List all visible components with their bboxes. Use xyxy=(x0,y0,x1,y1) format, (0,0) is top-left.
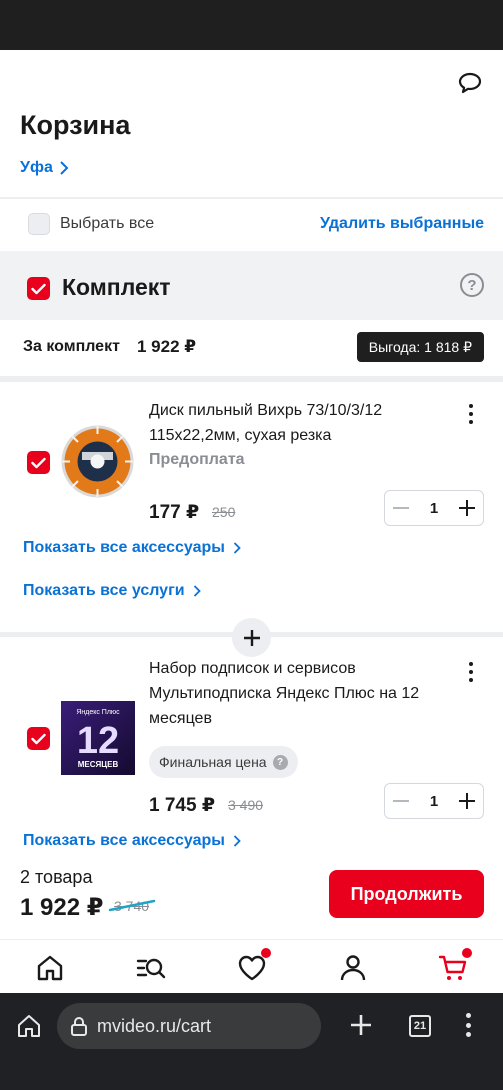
savings-badge: Выгода: 1 818 ₽ xyxy=(356,332,484,362)
profile-icon[interactable] xyxy=(338,953,368,983)
url-text: mvideo.ru/cart xyxy=(97,1015,212,1036)
quantity-stepper: 1 xyxy=(384,490,484,526)
total-price: 1 922 ₽ xyxy=(20,894,104,921)
info-icon: ? xyxy=(272,754,288,770)
item-checkbox[interactable] xyxy=(27,451,50,474)
plus-icon[interactable] xyxy=(459,793,475,809)
saw-disc-image[interactable] xyxy=(60,424,135,499)
kit-total-label: За комплект xyxy=(23,338,120,355)
final-price-label: Финальная цена xyxy=(159,754,267,770)
item-title[interactable]: Набор подписок и сервисов Мультиподписка… xyxy=(149,656,439,731)
notification-dot xyxy=(462,948,472,958)
show-accessories-link[interactable]: Показать все аксессуары xyxy=(23,832,241,850)
yandex-plus-logo-text: Яндекс Плюс xyxy=(76,709,120,716)
kit-title: Комплект xyxy=(62,274,171,300)
item-old-price: 250 xyxy=(212,504,236,520)
kit-header: Комплект ? xyxy=(0,251,503,320)
browser-toolbar: mvideo.ru/cart 21 xyxy=(0,993,503,1090)
strike-decoration xyxy=(108,899,156,912)
final-price-chip[interactable]: Финальная цена ? xyxy=(149,746,298,778)
plus-icon xyxy=(243,629,260,646)
new-tab-icon[interactable] xyxy=(349,1013,373,1037)
city-selector[interactable]: Уфа xyxy=(20,159,69,177)
item-title[interactable]: Диск пильный Вихрь 73/10/3/12 115x22,2мм… xyxy=(149,398,439,448)
kit-total-value: 1 922 ₽ xyxy=(137,337,197,356)
kit-checkbox[interactable] xyxy=(27,277,50,300)
item-price: 1 745 ₽ xyxy=(149,795,216,816)
item-price: 177 ₽ xyxy=(149,502,200,523)
checkmark-icon xyxy=(31,457,46,468)
checkout-bar: 2 товара 1 922 ₽ 3 740 Продолжить xyxy=(0,855,503,937)
tabs-counter[interactable]: 21 xyxy=(409,1015,431,1037)
show-services-link[interactable]: Показать все услуги xyxy=(23,582,201,600)
checkmark-icon xyxy=(31,733,46,744)
bottom-nav xyxy=(0,939,503,993)
chat-icon[interactable] xyxy=(457,70,483,96)
chevron-right-icon xyxy=(233,542,241,554)
cart-icon[interactable] xyxy=(438,948,472,983)
browser-home-icon[interactable] xyxy=(16,1013,42,1039)
show-services-label: Показать все услуги xyxy=(23,582,185,599)
items-count: 2 товара xyxy=(20,867,93,887)
quantity-value: 1 xyxy=(429,499,439,517)
kit-total-row: За комплект 1 922 ₽ Выгода: 1 818 ₽ xyxy=(0,320,503,376)
yandex-plus-image[interactable]: Яндекс Плюс 12 МЕСЯЦЕВ xyxy=(61,701,135,775)
plus-icon[interactable] xyxy=(459,500,475,516)
favorites-icon[interactable] xyxy=(237,948,271,983)
quantity-stepper: 1 xyxy=(384,783,484,819)
delete-selected-button[interactable]: Удалить выбранные xyxy=(320,215,484,233)
more-options-icon[interactable] xyxy=(466,404,476,424)
more-options-icon[interactable] xyxy=(466,662,476,682)
select-all-row: Выбрать все Удалить выбранные xyxy=(0,199,503,251)
minus-icon[interactable] xyxy=(393,507,409,509)
chevron-right-icon xyxy=(60,161,69,175)
select-all-label[interactable]: Выбрать все xyxy=(60,215,154,233)
checkmark-icon xyxy=(31,283,46,294)
status-bar xyxy=(0,0,503,50)
city-label: Уфа xyxy=(20,159,53,176)
item-checkbox[interactable] xyxy=(27,727,50,750)
show-accessories-link[interactable]: Показать все аксессуары xyxy=(23,539,241,557)
divider xyxy=(0,376,503,382)
notification-dot xyxy=(261,948,271,958)
browser-menu-icon[interactable] xyxy=(465,1013,471,1037)
yandex-plus-number: 12 xyxy=(77,720,119,762)
home-icon[interactable] xyxy=(35,953,65,983)
lock-icon xyxy=(71,1017,87,1036)
show-accessories-label: Показать все аксессуары xyxy=(23,832,225,849)
add-to-kit-button[interactable] xyxy=(232,618,271,657)
show-accessories-label: Показать все аксессуары xyxy=(23,539,225,556)
address-bar[interactable]: mvideo.ru/cart xyxy=(57,1003,321,1049)
select-all-checkbox[interactable] xyxy=(28,213,50,235)
payment-type: Предоплата xyxy=(149,451,245,468)
catalog-search-icon[interactable] xyxy=(136,953,166,983)
minus-icon[interactable] xyxy=(393,800,409,802)
chevron-right-icon xyxy=(233,835,241,847)
yandex-plus-caption: МЕСЯЦЕВ xyxy=(78,760,119,769)
help-icon[interactable]: ? xyxy=(460,273,484,297)
item-old-price: 3 490 xyxy=(228,797,264,813)
continue-button[interactable]: Продолжить xyxy=(329,870,484,918)
page-title: Корзина xyxy=(20,110,131,140)
chevron-right-icon xyxy=(193,585,201,597)
quantity-value: 1 xyxy=(429,792,439,810)
